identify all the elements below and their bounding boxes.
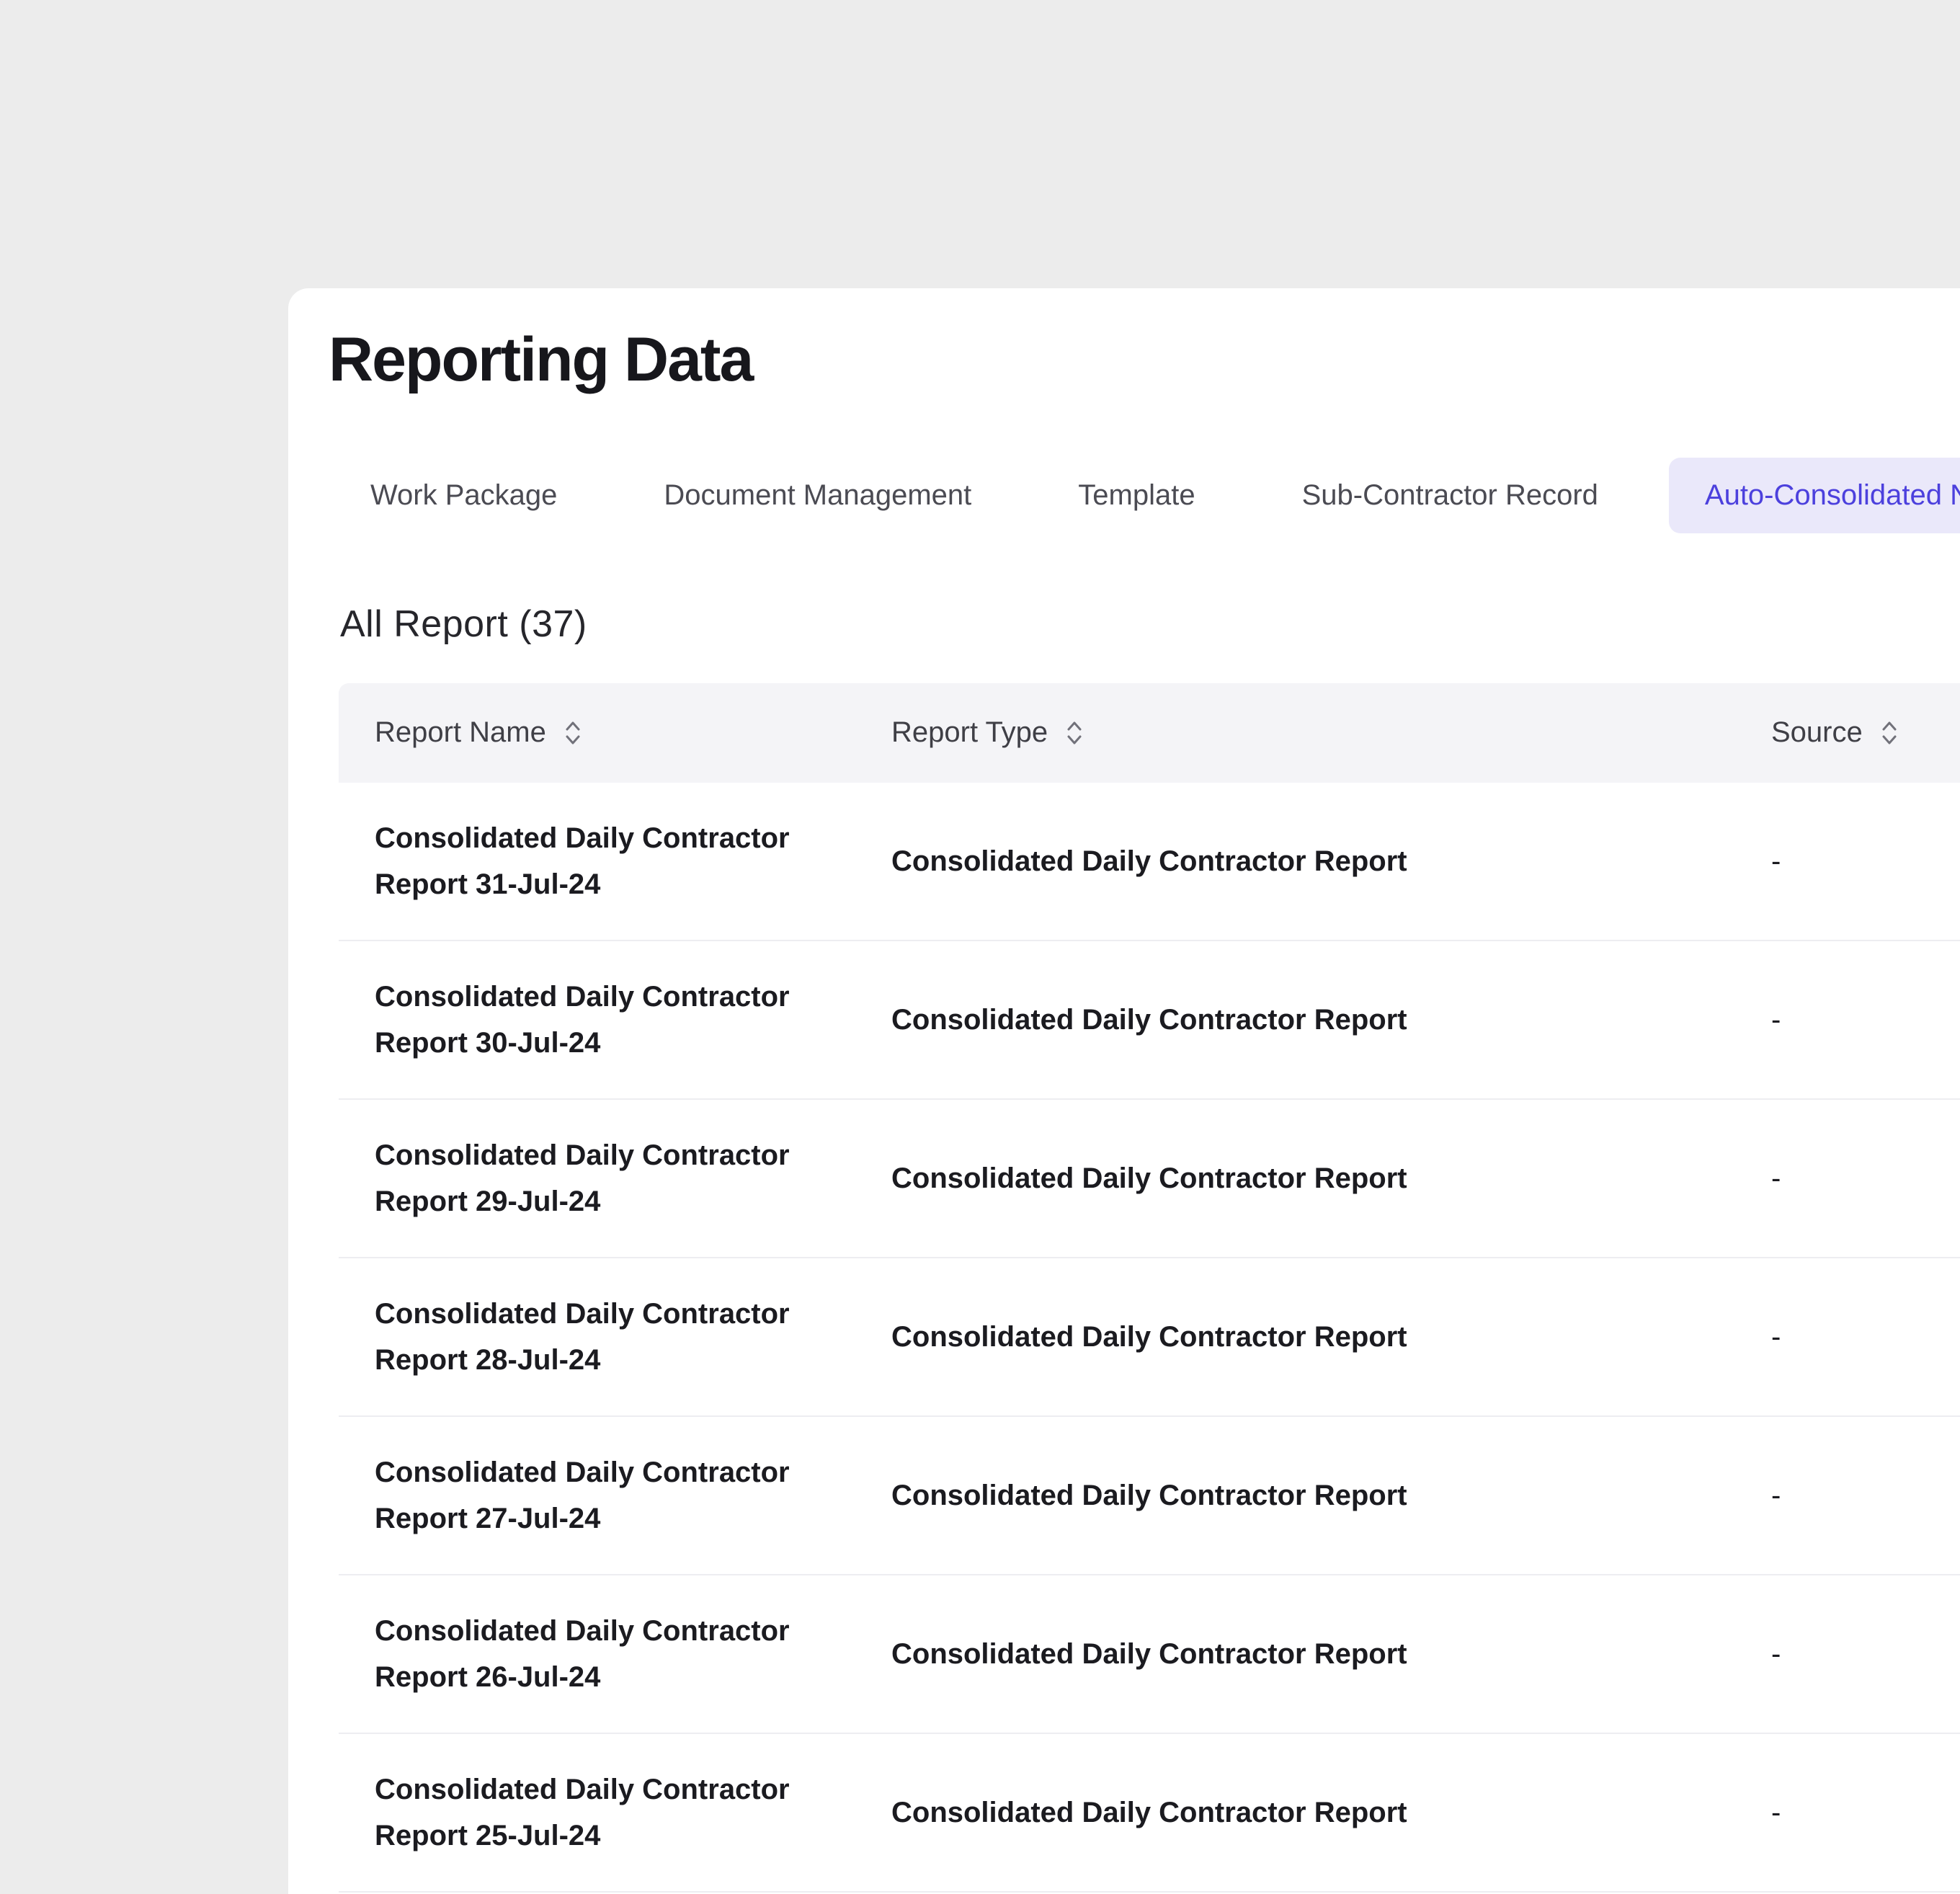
report-source-cell: - (1735, 1155, 1960, 1201)
report-name-cell: Consolidated Daily Contractor Report 30-… (339, 974, 855, 1066)
tab-bar: Work Package Document Management Templat… (334, 458, 1960, 533)
report-name-cell: Consolidated Daily Contractor Report 26-… (339, 1608, 855, 1700)
report-type-cell: Consolidated Daily Contractor Report (855, 838, 1735, 884)
table-row[interactable]: Consolidated Daily Contractor Report 30-… (339, 941, 1960, 1100)
reports-table: Report Name Report Type Source (339, 683, 1960, 1893)
report-name-cell: Consolidated Daily Contractor Report 27-… (339, 1449, 855, 1542)
table-row[interactable]: Consolidated Daily Contractor Report 27-… (339, 1417, 1960, 1575)
report-type-cell: Consolidated Daily Contractor Report (855, 1789, 1735, 1836)
tab-sub-contractor-record[interactable]: Sub-Contractor Record (1266, 458, 1634, 533)
reporting-data-card: Reporting Data Work Package Document Man… (288, 288, 1960, 1894)
report-name-cell: Consolidated Daily Contractor Report 29-… (339, 1132, 855, 1224)
report-name-cell: Consolidated Daily Contractor Report 28-… (339, 1291, 855, 1383)
page-title: Reporting Data (329, 326, 1960, 394)
column-header-report-type-label: Report Type (891, 716, 1048, 749)
report-name-cell: Consolidated Daily Contractor Report 31-… (339, 815, 855, 907)
report-source-cell: - (1735, 1314, 1960, 1360)
column-header-source[interactable]: Source (1735, 716, 1960, 749)
tab-auto-consolidated[interactable]: Auto-Consolidated N (1669, 458, 1960, 533)
section-heading: All Report (37) (340, 603, 1960, 646)
report-name-cell: Consolidated Daily Contractor Report 25-… (339, 1766, 855, 1859)
sort-icon[interactable] (1879, 719, 1900, 747)
report-source-cell: - (1735, 838, 1960, 884)
column-header-report-name-label: Report Name (375, 716, 546, 749)
report-type-cell: Consolidated Daily Contractor Report (855, 1472, 1735, 1519)
table-row[interactable]: Consolidated Daily Contractor Report 28-… (339, 1258, 1960, 1417)
sort-icon[interactable] (562, 719, 584, 747)
table-row[interactable]: Consolidated Daily Contractor Report 29-… (339, 1100, 1960, 1258)
report-source-cell: - (1735, 1789, 1960, 1836)
report-type-cell: Consolidated Daily Contractor Report (855, 1314, 1735, 1360)
table-header-row: Report Name Report Type Source (339, 683, 1960, 783)
sort-icon[interactable] (1064, 719, 1085, 747)
table-row[interactable]: Consolidated Daily Contractor Report 25-… (339, 1734, 1960, 1893)
report-type-cell: Consolidated Daily Contractor Report (855, 1631, 1735, 1677)
report-source-cell: - (1735, 1631, 1960, 1677)
table-row[interactable]: Consolidated Daily Contractor Report 31-… (339, 783, 1960, 941)
report-type-cell: Consolidated Daily Contractor Report (855, 1155, 1735, 1201)
column-header-report-type[interactable]: Report Type (855, 716, 1735, 749)
table-row[interactable]: Consolidated Daily Contractor Report 26-… (339, 1575, 1960, 1734)
report-source-cell: - (1735, 1472, 1960, 1519)
column-header-report-name[interactable]: Report Name (339, 716, 855, 749)
report-type-cell: Consolidated Daily Contractor Report (855, 997, 1735, 1043)
report-source-cell: - (1735, 997, 1960, 1043)
tab-document-management[interactable]: Document Management (628, 458, 1007, 533)
tab-work-package[interactable]: Work Package (334, 458, 593, 533)
column-header-source-label: Source (1771, 716, 1863, 749)
tab-template[interactable]: Template (1042, 458, 1231, 533)
